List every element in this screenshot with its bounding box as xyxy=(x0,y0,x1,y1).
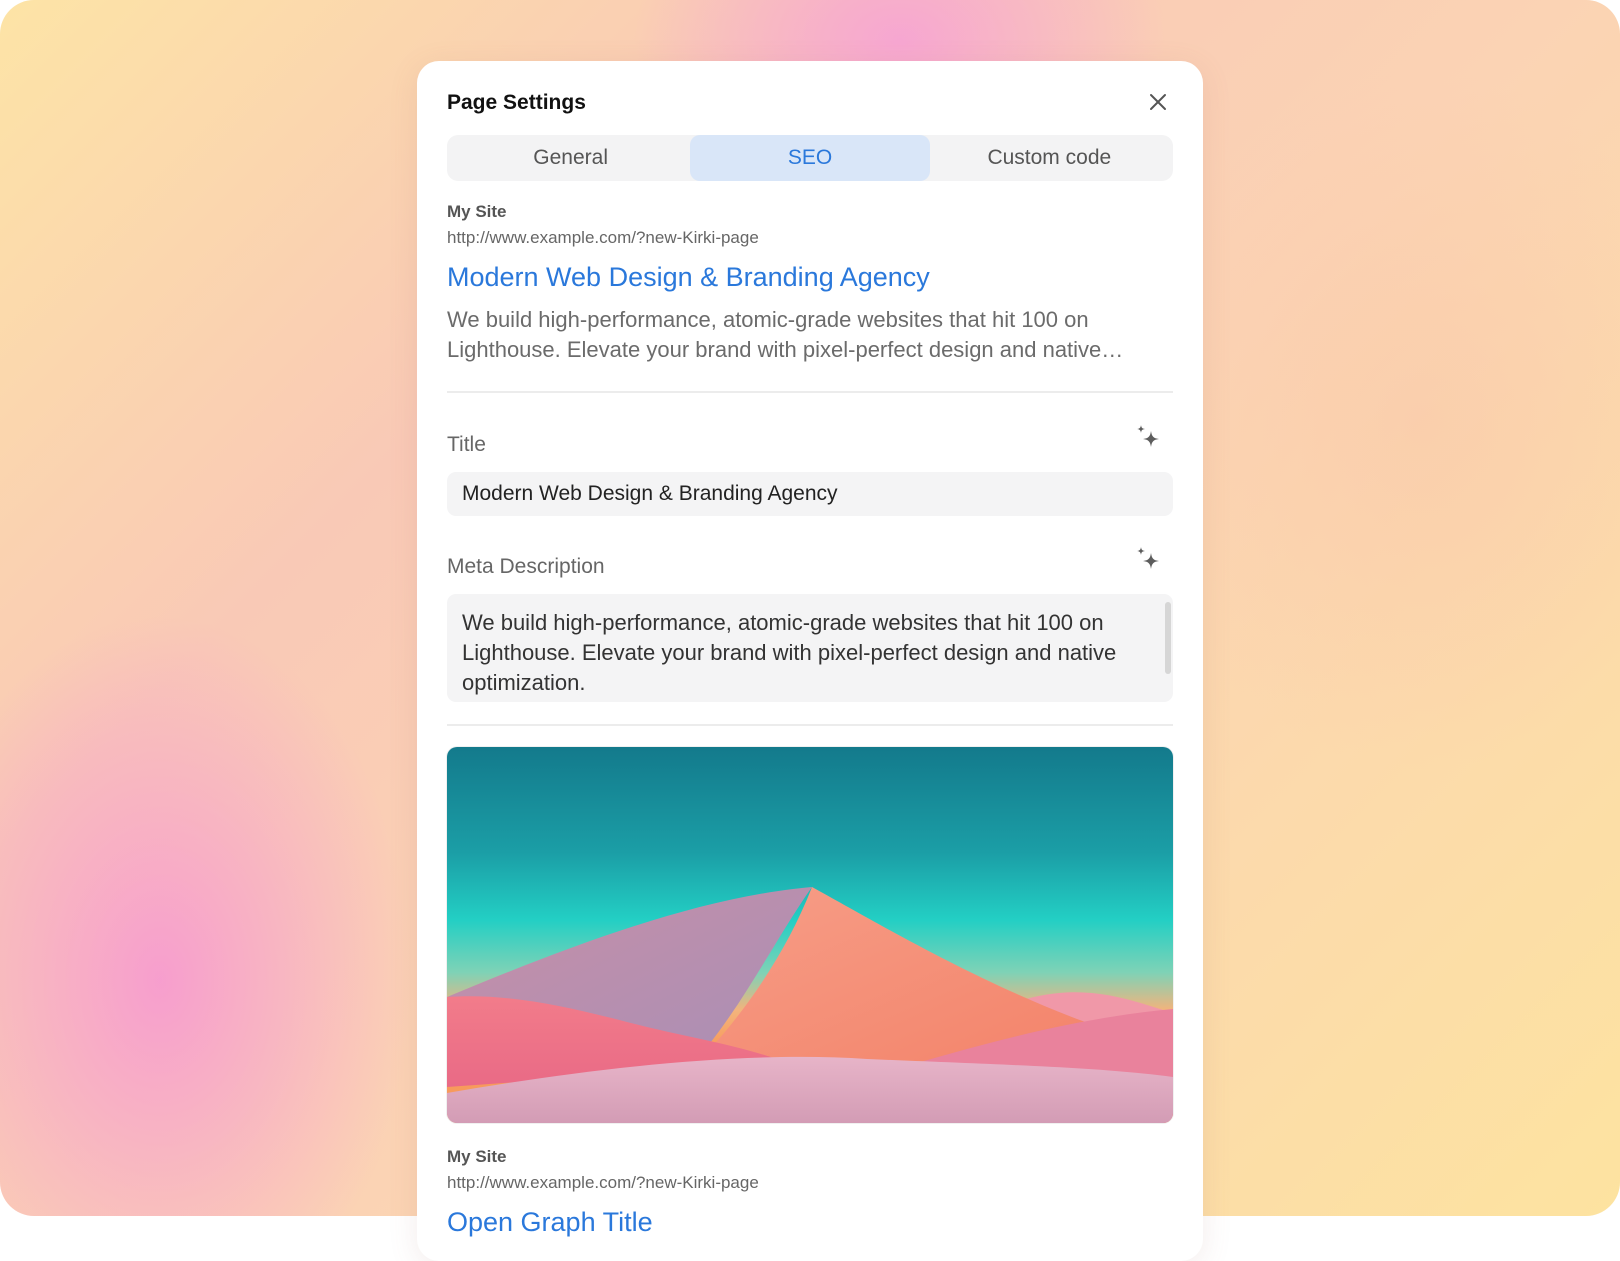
tab-seo[interactable]: SEO xyxy=(690,135,930,181)
close-button[interactable] xyxy=(1143,87,1173,117)
social-share-image[interactable] xyxy=(447,747,1173,1123)
social-share-preview: My Site http://www.example.com/?new-Kirk… xyxy=(447,1147,1173,1238)
textarea-scrollbar[interactable] xyxy=(1165,602,1171,674)
preview-site-name: My Site xyxy=(447,202,507,221)
sparkle-icon xyxy=(1137,425,1159,447)
preview-url: http://www.example.com/?new-Kirki-page xyxy=(447,228,759,247)
close-icon xyxy=(1150,94,1166,110)
settings-tabs: General SEO Custom code xyxy=(447,135,1173,181)
panel-title: Page Settings xyxy=(447,91,586,114)
tab-general[interactable]: General xyxy=(451,135,690,181)
meta-description-textarea[interactable]: We build high-performance, atomic-grade … xyxy=(447,594,1173,702)
ai-generate-description-button[interactable] xyxy=(1132,545,1162,575)
social-preview-url: http://www.example.com/?new-Kirki-page xyxy=(447,1173,759,1192)
panel-header: Page Settings xyxy=(447,83,1173,123)
preview-description: We build high-performance, atomic-grade … xyxy=(447,307,1102,362)
title-input[interactable] xyxy=(447,472,1173,516)
search-result-preview: My Site http://www.example.com/?new-Kirk… xyxy=(447,202,1173,365)
desert-dunes-image xyxy=(447,747,1173,1123)
tab-custom-code[interactable]: Custom code xyxy=(930,135,1169,181)
divider xyxy=(447,724,1173,726)
meta-description-text: We build high-performance, atomic-grade … xyxy=(462,610,1117,695)
ai-generate-title-button[interactable] xyxy=(1132,423,1162,453)
page-settings-panel: Page Settings General SEO Custom code My… xyxy=(417,61,1203,1261)
meta-description-label: Meta Description xyxy=(447,555,605,578)
divider xyxy=(447,391,1173,393)
social-preview-title: Open Graph Title xyxy=(447,1207,653,1237)
sparkle-icon xyxy=(1137,547,1159,569)
title-field-label: Title xyxy=(447,433,486,456)
social-preview-site-name: My Site xyxy=(447,1147,507,1166)
preview-title: Modern Web Design & Branding Agency xyxy=(447,262,930,292)
